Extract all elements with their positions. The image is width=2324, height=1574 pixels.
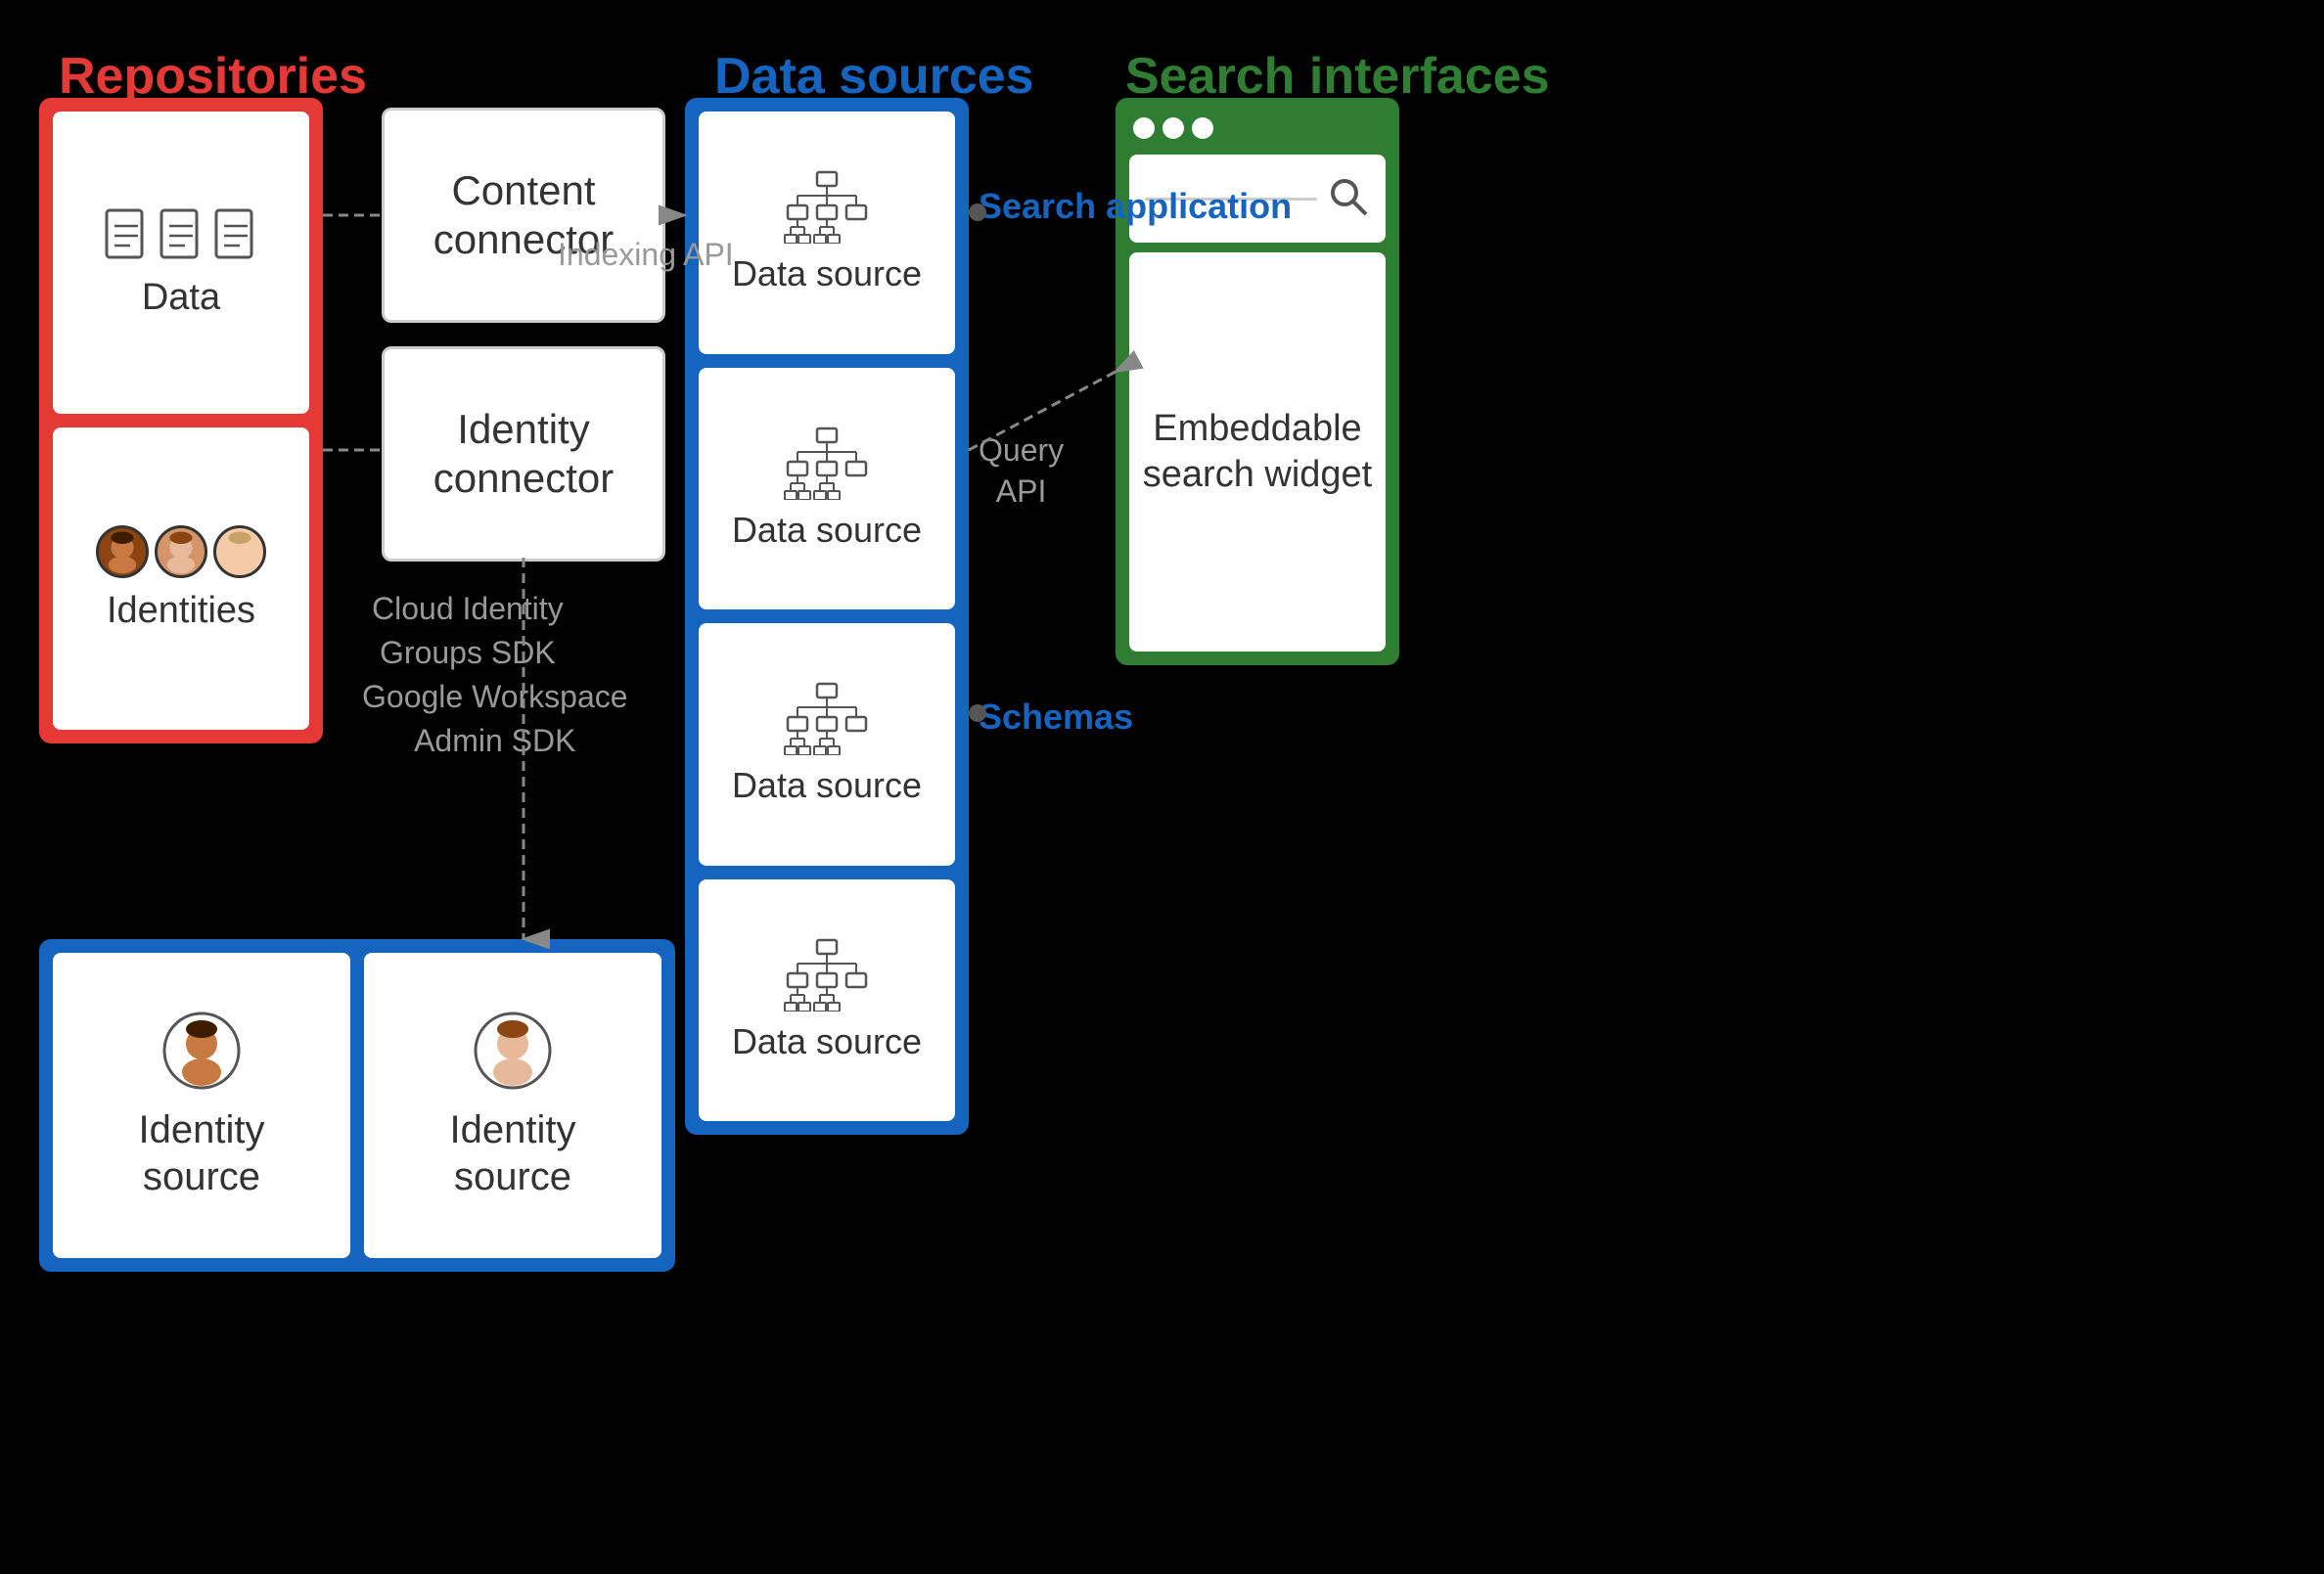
- identity-source-inner-2: Identitysource: [364, 953, 661, 1258]
- doc-icon-2: [158, 206, 205, 265]
- datasource-inner-2: Data source: [699, 368, 955, 610]
- datasource-label-4: Data source: [732, 1021, 922, 1062]
- datasource-inner-4: Data source: [699, 879, 955, 1122]
- search-dot-1: [1133, 117, 1155, 139]
- identity-face-icon-1: [162, 1012, 241, 1095]
- datasource-label-3: Data source: [732, 765, 922, 806]
- search-top-bar: [1129, 112, 1386, 145]
- identity-face-icon-2: [474, 1012, 552, 1095]
- identity-source-label-1: Identitysource: [139, 1106, 265, 1200]
- datasource-label-1: Data source: [732, 253, 922, 294]
- face-icons: [96, 525, 266, 578]
- datasource-inner-3: Data source: [699, 623, 955, 866]
- identity-sources-box: Identitysource Identitysource: [39, 939, 675, 1272]
- cloud-identity-label: Cloud IdentityGroups SDK: [372, 587, 564, 675]
- connectors-column: Contentconnector Identityconnector: [382, 108, 665, 562]
- data-repo-inner: Data: [53, 112, 309, 414]
- search-dot-3: [1192, 117, 1213, 139]
- content-connector-box: Contentconnector: [382, 108, 665, 323]
- widget-label: Embeddable search widget: [1129, 406, 1386, 499]
- doc-icon-1: [103, 206, 150, 265]
- data-label: Data: [142, 277, 220, 319]
- identity-connector-label: Identityconnector: [433, 405, 614, 504]
- identity-source-label-2: Identitysource: [450, 1106, 576, 1200]
- search-icon: [1327, 175, 1370, 223]
- search-interfaces-box: Embeddable search widget: [1116, 98, 1399, 665]
- identities-label: Identities: [107, 590, 255, 632]
- search-interfaces-section-label: Search interfaces: [1125, 47, 1550, 106]
- query-api-label: QueryAPI: [979, 430, 1064, 512]
- tree-icon-3: [783, 682, 871, 755]
- bullet-schemas: [969, 704, 986, 722]
- datasource-inner-1: Data source: [699, 112, 955, 354]
- search-application-label: Search application: [979, 184, 1292, 230]
- embeddable-search-widget-box: Embeddable search widget: [1129, 252, 1386, 652]
- doc-icons: [103, 206, 259, 265]
- repositories-box: Data: [39, 98, 323, 743]
- identity-source-inner-1: Identitysource: [53, 953, 350, 1258]
- tree-icon-2: [783, 427, 871, 500]
- identity-connector-box: Identityconnector: [382, 346, 665, 562]
- repositories-section-label: Repositories: [59, 47, 367, 106]
- search-dot-2: [1162, 117, 1184, 139]
- face-icon-3: [213, 525, 266, 578]
- tree-icon-1: [783, 170, 871, 244]
- datasource-label-2: Data source: [732, 510, 922, 551]
- face-icon-2: [155, 525, 207, 578]
- indexing-api-label: Indexing API: [558, 235, 734, 276]
- face-icon-1: [96, 525, 149, 578]
- diagram-container: Repositories Data sources Search interfa…: [0, 0, 2324, 1574]
- doc-icon-3: [212, 206, 259, 265]
- tree-icon-4: [783, 938, 871, 1012]
- datasources-section-label: Data sources: [714, 47, 1034, 106]
- google-workspace-label: Google WorkspaceAdmin SDK: [362, 675, 628, 763]
- identities-repo-inner: Identities: [53, 427, 309, 730]
- schemas-label: Schemas: [979, 695, 1133, 741]
- bullet-search-application: [969, 203, 986, 221]
